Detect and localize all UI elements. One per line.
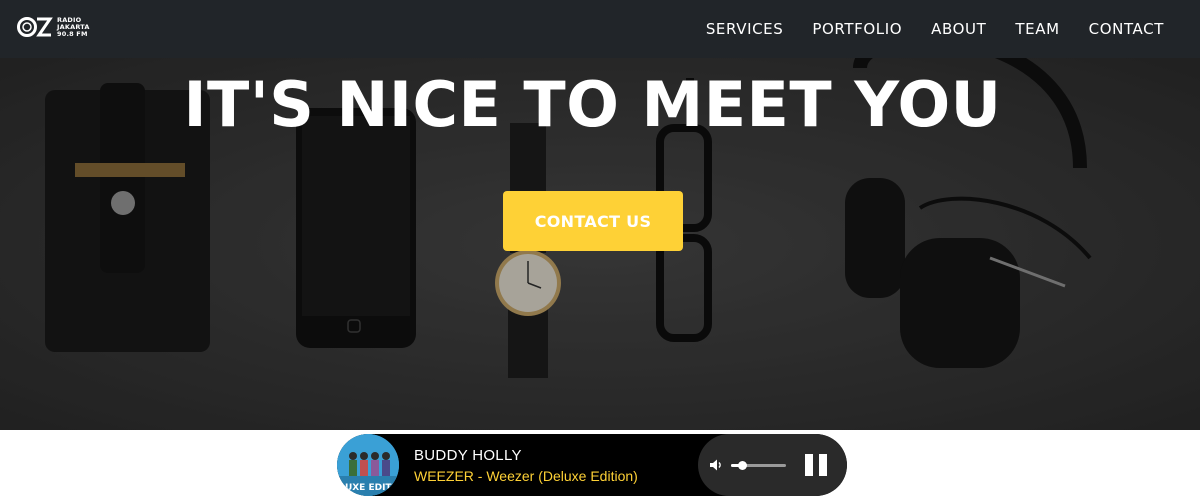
player-controls bbox=[698, 434, 847, 496]
logo-text: RADIO JAKARTA 90.8 FM bbox=[57, 16, 90, 38]
logo-line: 90.8 FM bbox=[57, 29, 88, 38]
nav-item-team[interactable]: TEAM bbox=[1015, 20, 1059, 38]
pause-button[interactable] bbox=[803, 452, 829, 478]
album-art-text: DELUXE EDITION bbox=[337, 483, 399, 493]
nav-item-portfolio[interactable]: PORTFOLIO bbox=[812, 20, 902, 38]
pause-icon bbox=[819, 454, 827, 476]
page: RADIO JAKARTA 90.8 FM SERVICES PORTFOLIO… bbox=[0, 0, 1200, 500]
nav-links: SERVICES PORTFOLIO ABOUT TEAM CONTACT bbox=[677, 0, 1164, 58]
track-title: BUDDY HOLLY bbox=[414, 447, 522, 464]
logo-mark-icon bbox=[17, 17, 53, 37]
nav-item-about[interactable]: ABOUT bbox=[931, 20, 986, 38]
audio-player: DELUXE EDITION BUDDY HOLLY WEEZER - Weez… bbox=[337, 434, 847, 496]
contact-us-button[interactable]: CONTACT US bbox=[503, 191, 683, 251]
pause-icon bbox=[805, 454, 813, 476]
volume-slider-thumb[interactable] bbox=[738, 461, 747, 470]
navbar: RADIO JAKARTA 90.8 FM SERVICES PORTFOLIO… bbox=[0, 0, 1200, 58]
nav-item-contact[interactable]: CONTACT bbox=[1089, 20, 1164, 38]
album-cover-image: DELUXE EDITION bbox=[337, 434, 399, 496]
track-artist: WEEZER - Weezer (Deluxe Edition) bbox=[414, 468, 638, 484]
volume-icon[interactable] bbox=[709, 458, 723, 472]
hero-section: IT'S NICE TO MEET YOU CONTACT US bbox=[0, 58, 1200, 430]
volume-slider[interactable] bbox=[731, 459, 786, 471]
nav-item-services[interactable]: SERVICES bbox=[706, 20, 784, 38]
hero-title: IT'S NICE TO MEET YOU bbox=[183, 68, 1002, 141]
album-art: DELUXE EDITION bbox=[337, 434, 399, 496]
logo[interactable]: RADIO JAKARTA 90.8 FM bbox=[17, 16, 90, 38]
